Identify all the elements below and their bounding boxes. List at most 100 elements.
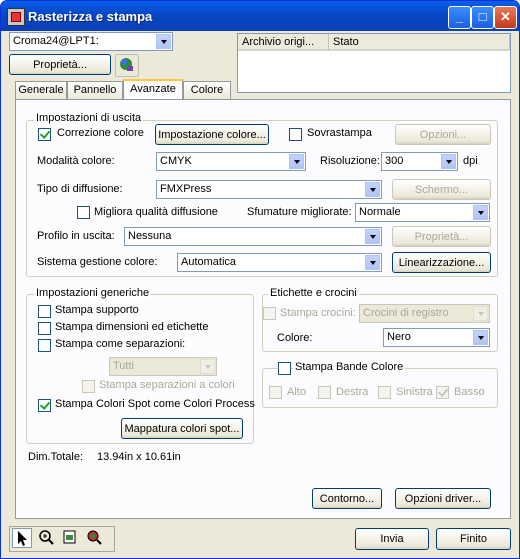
tab-pannello[interactable]: Pannello — [67, 81, 123, 99]
tab-generale[interactable]: Generale — [15, 81, 67, 99]
resolution-value: 300 — [385, 155, 404, 167]
total-dimensions-label: Dim.Totale: — [28, 451, 84, 463]
color-mode-label: Modalità colore: — [37, 155, 115, 167]
zoom-preview-icon[interactable] — [84, 528, 104, 548]
print-marks-label: Stampa crocini: — [280, 307, 356, 319]
chevron-down-icon — [365, 255, 380, 270]
chevron-down-icon — [441, 154, 456, 169]
cms-label: Sistema gestione colore: — [37, 256, 158, 268]
chevron-down-icon — [473, 205, 488, 220]
minimize-icon: _ — [455, 9, 464, 24]
tab-panel-avanzate: Impostazioni di uscita Correzione colore… — [15, 99, 511, 519]
band-bottom-label: Basso — [454, 386, 485, 398]
job-queue-table[interactable]: Archivio origi... Stato — [237, 33, 511, 93]
send-button[interactable]: Invia — [355, 528, 429, 550]
overprint-label: Sovrastampa — [307, 127, 372, 139]
separations-select[interactable]: Tutti — [109, 357, 217, 376]
resolution-select[interactable]: 300 — [381, 152, 458, 171]
printer-select-value: Croma24@LPT1: — [13, 35, 99, 47]
improved-shading-label: Sfumature migliorate: — [247, 206, 352, 218]
resolution-label: Risoluzione: — [320, 155, 380, 167]
generic-settings-group-label: Impostazioni generiche — [34, 287, 152, 299]
marks-select[interactable]: Crocini di registro — [359, 304, 490, 323]
maximize-button[interactable]: □ — [471, 6, 494, 29]
print-dimensions-label: Stampa dimensioni ed etichette — [55, 321, 209, 333]
chevron-down-icon — [473, 306, 488, 321]
diffusion-type-label: Tipo di diffusione: — [37, 183, 123, 195]
title-bar: Rasterizza e stampa _ □ ✕ — [1, 1, 519, 31]
chevron-down-icon — [473, 330, 488, 345]
print-media-checkbox[interactable] — [38, 305, 51, 318]
arrow-pointer-icon[interactable] — [12, 528, 32, 548]
close-icon: ✕ — [500, 9, 511, 24]
cms-select[interactable]: Automatica — [177, 253, 382, 272]
window-title: Rasterizza e stampa — [28, 9, 153, 24]
print-separations-label: Stampa come separazioni: — [55, 338, 186, 350]
linearization-button[interactable]: Linearizzazione... — [392, 252, 491, 273]
color-correction-label: Correzione colore — [57, 127, 144, 139]
options-button[interactable]: Opzioni... — [395, 124, 491, 145]
improve-diffusion-label: Migliora qualità diffusione — [94, 206, 218, 218]
print-dimensions-checkbox[interactable] — [38, 322, 51, 335]
minimize-button[interactable]: _ — [448, 6, 471, 29]
improve-diffusion-checkbox[interactable] — [77, 206, 90, 219]
color-settings-button[interactable]: Impostazione colore... — [155, 124, 269, 145]
tab-avanzate[interactable]: Avanzate — [123, 79, 183, 100]
printer-select[interactable]: Croma24@LPT1: — [9, 32, 173, 51]
band-left-label: Sinistra — [396, 386, 433, 398]
output-profile-label: Profilo in uscita: — [37, 230, 115, 242]
done-button[interactable]: Finito — [436, 528, 511, 550]
band-left-checkbox[interactable] — [378, 386, 391, 399]
color-mode-select[interactable]: CMYK — [156, 152, 306, 171]
overprint-checkbox[interactable] — [289, 128, 302, 141]
zoom-in-icon[interactable] — [36, 528, 56, 548]
separations-value: Tutti — [113, 360, 134, 372]
view-toolbar — [9, 526, 115, 552]
chevron-down-icon — [289, 154, 304, 169]
diffusion-type-select[interactable]: FMXPress — [156, 180, 382, 199]
band-bottom-checkbox[interactable] — [436, 386, 449, 399]
band-top-checkbox[interactable] — [269, 386, 282, 399]
cms-value: Automatica — [181, 256, 237, 268]
app-icon — [7, 8, 25, 26]
spot-mapping-button[interactable]: Mappatura colori spot... — [121, 418, 243, 439]
close-button[interactable]: ✕ — [494, 6, 517, 29]
chevron-down-icon — [200, 359, 215, 374]
spot-as-process-checkbox[interactable] — [38, 399, 51, 412]
color-bands-checkbox[interactable] — [278, 362, 291, 375]
color-bands-label: Stampa Bande Colore — [293, 361, 406, 373]
improved-shading-select[interactable]: Normale — [355, 203, 490, 222]
band-right-checkbox[interactable] — [318, 386, 331, 399]
driver-options-button[interactable]: Opzioni driver... — [395, 488, 491, 509]
output-profile-select[interactable]: Nessuna — [124, 227, 382, 246]
profile-properties-button[interactable]: Proprietà... — [392, 226, 491, 247]
band-top-label: Alto — [287, 386, 306, 398]
color-separations-checkbox[interactable] — [82, 380, 95, 393]
marks-color-value: Nero — [387, 331, 411, 343]
color-mode-value: CMYK — [160, 155, 192, 167]
maximize-icon: □ — [478, 9, 487, 24]
column-header-source[interactable]: Archivio origi... — [238, 34, 329, 51]
chevron-down-icon — [156, 34, 171, 49]
marks-color-label: Colore: — [277, 332, 313, 344]
color-correction-checkbox[interactable] — [38, 128, 51, 141]
color-separations-label: Stampa separazioni a colori — [99, 379, 235, 391]
output-profile-value: Nessuna — [128, 230, 172, 242]
tab-colore[interactable]: Colore — [183, 81, 231, 99]
fit-page-icon[interactable] — [60, 528, 80, 548]
total-dimensions-value: 13.94in x 10.61in — [97, 451, 181, 463]
chevron-down-icon — [365, 182, 380, 197]
band-right-label: Destra — [336, 386, 369, 398]
screen-button[interactable]: Schermo... — [392, 179, 491, 200]
print-marks-checkbox[interactable] — [263, 307, 276, 320]
column-header-status[interactable]: Stato — [329, 34, 510, 51]
globe-printer-icon — [120, 58, 133, 71]
marks-color-select[interactable]: Nero — [383, 328, 490, 347]
print-separations-checkbox[interactable] — [38, 339, 51, 352]
diffusion-type-value: FMXPress — [160, 183, 212, 195]
print-media-label: Stampa supporto — [55, 304, 139, 316]
contour-button[interactable]: Contorno... — [312, 488, 382, 509]
printer-properties-button[interactable]: Proprietà... — [9, 54, 111, 75]
printer-tool-button[interactable] — [115, 54, 139, 77]
resolution-unit: dpi — [463, 155, 478, 167]
